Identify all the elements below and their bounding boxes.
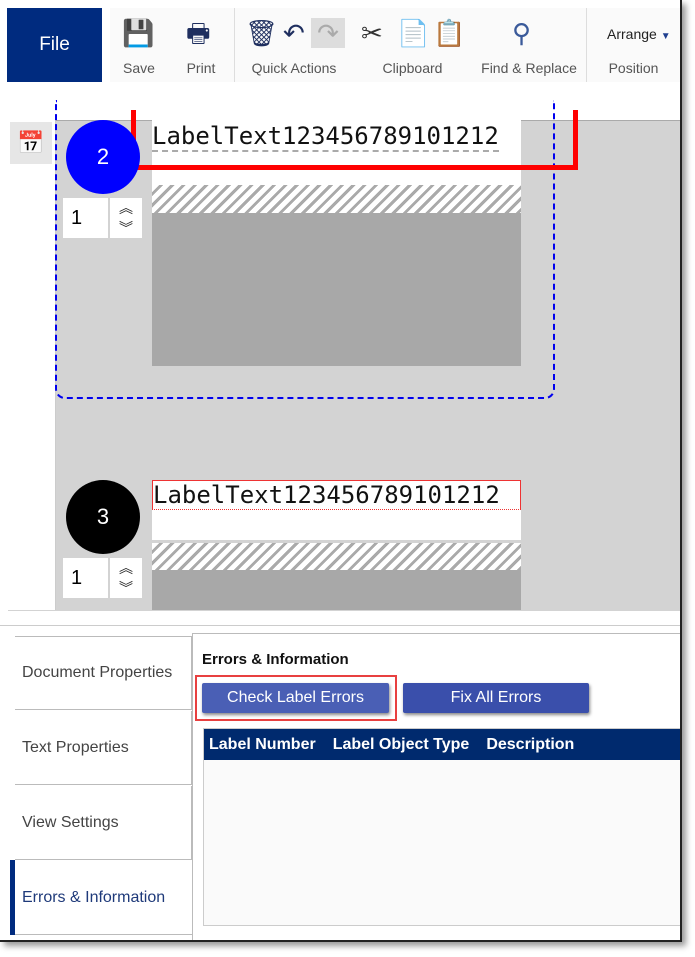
table-header: Label Number Label Object Type Descripti… [204,729,680,760]
caret-down-icon: ▼ [660,31,671,42]
canvas-side-strip: 📅 [8,120,56,610]
save-icon: 💾 [122,18,155,48]
label-number-badge: 3 [66,480,140,554]
errors-panel: Errors & Information Check Label Errors … [192,633,680,940]
check-label-errors-button[interactable]: Check Label Errors [202,683,389,713]
error-highlight [131,110,578,170]
label-number-badge: 2 [66,120,140,194]
chevron-down-icon[interactable]: ︾ [119,218,133,238]
quantity-input[interactable]: 1 [63,558,108,598]
paste-icon[interactable]: 📋 [433,18,465,48]
active-tab-indicator [10,860,15,935]
clipboard-group: ✂ 📄 📋 Clipboard [353,8,473,82]
find-replace-button[interactable]: ⚲ Find & Replace [472,8,587,82]
undo-icon[interactable]: ↶ [283,18,305,48]
fix-all-errors-button[interactable]: Fix All Errors [403,683,589,713]
barcode-placeholder [152,185,521,213]
cut-icon[interactable]: ✂ [361,18,383,48]
binoculars-icon: ⚲ [512,18,532,48]
chevron-up-icon[interactable]: ︽ [119,558,133,578]
image-placeholder [152,570,521,610]
barcode-placeholder [152,543,521,570]
column-description[interactable]: Description [486,736,574,754]
copy-icon[interactable]: 📄 [397,18,429,48]
tab-document-properties[interactable]: Document Properties [15,636,192,710]
arrange-dropdown[interactable]: Arrange ▼ [607,26,671,42]
print-button[interactable]: 🖶 Print [168,8,235,82]
chevron-up-icon[interactable]: ︽ [119,198,133,218]
calendar-clock-icon[interactable]: 📅 [10,122,52,164]
panel-title: Errors & Information [202,651,349,668]
divider [0,625,680,626]
file-button[interactable]: File [7,8,102,82]
quantity-stepper[interactable]: ︽ ︾ [110,558,142,598]
position-group: Arrange ▼ Position [587,8,680,82]
delete-icon[interactable]: 🗑 [245,18,278,48]
chevron-down-icon[interactable]: ︾ [119,578,133,598]
quick-actions-group: 🗑 ↶ ↷ Quick Actions [235,8,354,82]
image-placeholder [152,213,521,366]
app-window: File 💾 Save 🖶 Print 🗑 ↶ ↷ Quick Actions … [0,0,682,942]
errors-table: Label Number Label Object Type Descripti… [203,728,680,926]
quantity-stepper[interactable]: ︽ ︾ [110,198,142,238]
save-button[interactable]: 💾 Save [110,8,169,82]
tab-view-settings[interactable]: View Settings [15,786,192,860]
printer-icon: 🖶 [186,18,211,48]
tab-text-properties[interactable]: Text Properties [15,711,192,785]
tab-errors-information[interactable]: Errors & Information [15,861,192,935]
quantity-input[interactable]: 1 [63,198,108,238]
label-text-field[interactable]: LabelText123456789101212 [152,480,521,540]
column-label-object-type[interactable]: Label Object Type [333,736,470,754]
column-label-number[interactable]: Label Number [209,736,316,754]
redo-icon[interactable]: ↷ [311,18,345,48]
